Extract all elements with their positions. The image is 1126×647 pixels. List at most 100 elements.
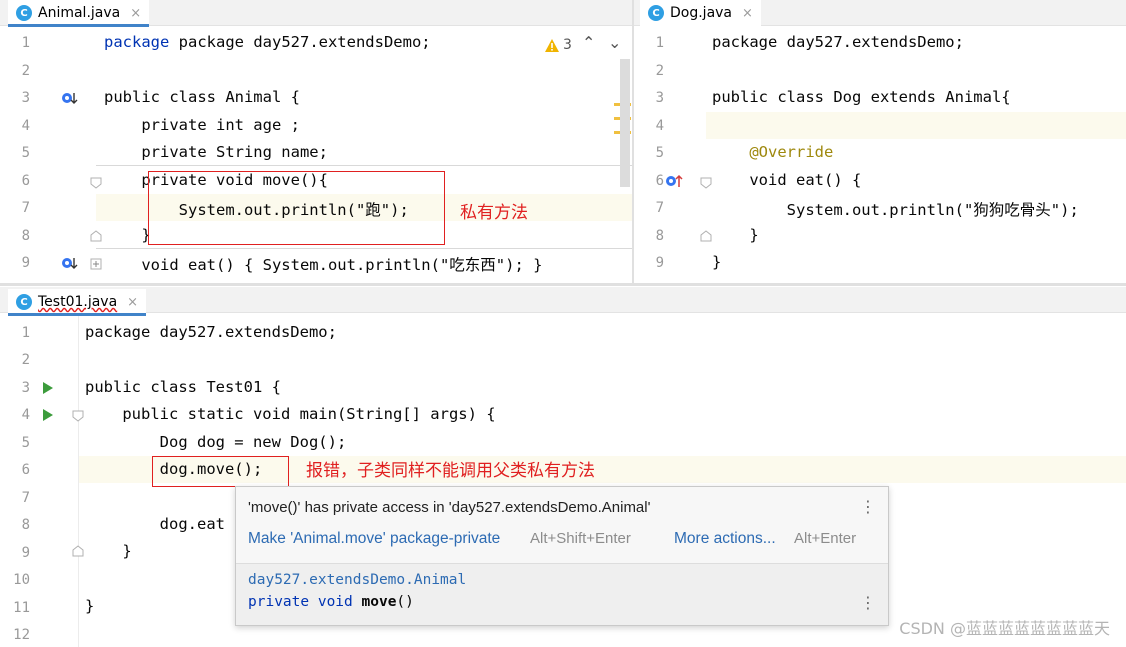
error-highlight-box	[152, 456, 289, 487]
chevron-down-icon[interactable]: ⌄	[608, 33, 621, 52]
line-number: 5	[21, 435, 30, 451]
code-line: }	[85, 597, 95, 615]
code-line: }	[85, 542, 132, 560]
tab-dog[interactable]: C Dog.java ×	[640, 0, 761, 26]
line-number: 4	[21, 407, 30, 423]
code-line: dog.eat	[85, 515, 225, 533]
code-line: }	[712, 253, 722, 271]
code-line: public class Dog extends Animal{	[712, 88, 1011, 106]
line-number: 9	[655, 255, 664, 271]
line-number: 8	[655, 228, 664, 244]
signature-params: ()	[396, 594, 414, 610]
annotation-private-method: 私有方法	[460, 203, 528, 223]
error-tooltip-popup[interactable]: 'move()' has private access in 'day527.e…	[235, 486, 889, 626]
code-line: Dog dog = new Dog();	[85, 433, 347, 451]
run-icon[interactable]	[42, 381, 54, 395]
test-tabbar	[0, 287, 1126, 313]
line-number: 5	[655, 145, 664, 161]
line-number: 6	[21, 173, 30, 189]
code-line: private String name;	[104, 143, 328, 161]
doc-class-name[interactable]: day527.extendsDemo.Animal	[248, 572, 466, 588]
shortcut-label: Alt+Enter	[794, 530, 857, 547]
line-number: 6	[21, 462, 30, 478]
line-number: 9	[21, 545, 30, 561]
more-options-icon[interactable]: ⋮	[860, 593, 876, 612]
pane-divider-horizontal[interactable]	[0, 283, 1126, 286]
fold-icon[interactable]	[700, 230, 712, 242]
code-line: private int age ;	[104, 116, 300, 134]
method-separator	[96, 165, 632, 166]
line-number: 8	[21, 517, 30, 533]
line-number: 7	[21, 200, 30, 216]
code-line: }	[104, 226, 151, 244]
line-number: 1	[21, 35, 30, 51]
shortcut-label: Alt+Shift+Enter	[530, 530, 631, 547]
dog-editor[interactable]: 1 2 3 4 5 6 7 8 9 package day527.extends…	[634, 27, 1126, 283]
gutter-separator	[78, 316, 79, 647]
error-highlight-box	[148, 171, 445, 245]
code-line: public class Test01 {	[85, 378, 281, 396]
fold-icon[interactable]	[90, 230, 102, 242]
chevron-up-icon[interactable]: ⌃	[582, 33, 595, 52]
line-number: 8	[21, 228, 30, 244]
expand-fold-icon[interactable]	[90, 258, 102, 270]
code-line: public class Animal {	[104, 88, 300, 106]
close-icon[interactable]: ×	[130, 6, 141, 21]
line-number: 2	[21, 352, 30, 368]
quick-fix-make-package-private[interactable]: Make 'Animal.move' package-private	[248, 530, 500, 548]
tab-test01[interactable]: C Test01.java ×	[8, 289, 147, 316]
code-line: System.out.println("狗狗吃骨头");	[712, 201, 1079, 219]
line-number: 7	[655, 200, 664, 216]
tab-animal[interactable]: C Animal.java ×	[8, 0, 150, 27]
fold-icon[interactable]	[700, 177, 712, 189]
line-number: 11	[13, 600, 30, 616]
code-line: package package day527.extendsDemo;	[104, 33, 431, 51]
more-actions-link[interactable]: More actions...	[674, 530, 776, 548]
method-separator	[96, 248, 632, 249]
tab-label: Animal.java	[38, 5, 121, 21]
divider	[236, 563, 888, 564]
line-number: 5	[21, 145, 30, 161]
fold-icon[interactable]	[72, 545, 84, 557]
line-number: 3	[21, 90, 30, 106]
code-line: package day527.extendsDemo;	[712, 33, 964, 51]
line-number: 7	[21, 490, 30, 506]
run-icon[interactable]	[42, 408, 54, 422]
code-line: }	[712, 226, 759, 244]
close-icon[interactable]: ×	[127, 295, 138, 310]
tab-label: Dog.java	[670, 5, 733, 21]
line-number: 4	[21, 118, 30, 134]
warning-icon[interactable]	[544, 38, 560, 53]
line-number: 2	[21, 63, 30, 79]
code-line: package day527.extendsDemo;	[85, 323, 337, 341]
warning-count[interactable]: 3	[563, 37, 572, 53]
error-message: 'move()' has private access in 'day527.e…	[248, 499, 651, 516]
signature-method-name: move	[361, 594, 397, 610]
fold-icon[interactable]	[72, 410, 84, 422]
line-number: 2	[655, 63, 664, 79]
more-options-icon[interactable]: ⋮	[860, 497, 876, 516]
tab-label: Test01.java	[38, 294, 118, 310]
close-icon[interactable]: ×	[742, 6, 753, 21]
signature-modifiers: private void	[248, 594, 362, 610]
watermark: CSDN @蓝蓝蓝蓝蓝蓝蓝蓝天	[899, 619, 1110, 638]
code-line: void eat() {	[712, 171, 862, 189]
annotation-error-explanation: 报错，子类同样不能调用父类私有方法	[306, 461, 595, 481]
implemented-icon[interactable]	[60, 254, 78, 272]
code-line: public static void main(String[] args) {	[85, 405, 496, 423]
line-number: 10	[13, 572, 30, 588]
implemented-icon[interactable]	[60, 89, 78, 107]
runnable-class-icon: C	[16, 294, 32, 310]
line-number: 4	[655, 118, 664, 134]
overrides-icon[interactable]	[664, 172, 684, 190]
class-file-icon: C	[16, 5, 32, 21]
line-number: 3	[655, 90, 664, 106]
vertical-scrollbar[interactable]	[620, 59, 630, 187]
code-line: @Override	[712, 143, 834, 161]
fold-icon[interactable]	[90, 177, 102, 189]
line-number: 3	[21, 380, 30, 396]
doc-method-signature: private void move()	[248, 594, 414, 610]
animal-editor[interactable]: 1 2 3 4 5 6 7 8 9 package package day527…	[0, 27, 632, 283]
code-line: void eat() { System.out.println("吃东西"); …	[104, 256, 543, 274]
line-number: 9	[21, 255, 30, 271]
